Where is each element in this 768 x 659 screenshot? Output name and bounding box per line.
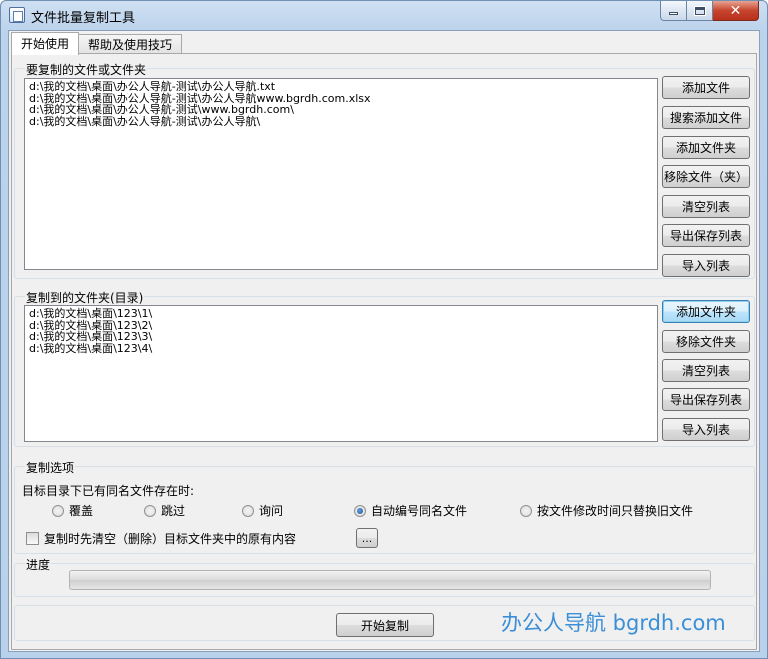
app-window: 文件批量复制工具 ✕ 开始使用 帮助及使用技巧 要复制的文件或文件夹 d:\我的… <box>0 0 768 659</box>
close-icon: ✕ <box>729 2 742 19</box>
add-folder-button[interactable]: 添加文件夹 <box>662 136 750 159</box>
source-list[interactable]: d:\我的文档\桌面\办公人导航-测试\办公人导航.txt d:\我的文档\桌面… <box>24 78 658 270</box>
radio-skip-indicator[interactable] <box>144 504 156 517</box>
remove-dest-folder-button[interactable]: 移除文件夹 <box>662 330 750 353</box>
radio-auto-number[interactable]: 自动编号同名文件 <box>354 502 467 519</box>
conflict-label: 目标目录下已有同名文件存在时: <box>22 484 195 498</box>
radio-auto-number-label: 自动编号同名文件 <box>371 504 468 518</box>
import-dest-list-button[interactable]: 导入列表 <box>662 418 750 441</box>
dest-group-label: 复制到的文件夹(目录) <box>25 289 145 306</box>
radio-skip[interactable]: 跳过 <box>144 502 185 519</box>
close-button[interactable]: ✕ <box>713 1 759 21</box>
tab-strip: 开始使用 帮助及使用技巧 <box>11 32 183 55</box>
dest-list-item[interactable]: d:\我的文档\桌面\123\4\ <box>29 343 653 355</box>
radio-ask[interactable]: 询问 <box>242 502 283 519</box>
more-options-button[interactable]: ... <box>356 528 378 548</box>
radio-auto-number-indicator[interactable] <box>354 504 366 517</box>
radio-overwrite[interactable]: 覆盖 <box>52 502 93 519</box>
watermark-text: 办公人导航 bgrdh.com <box>501 611 726 635</box>
clear-dest-checkbox-box[interactable] <box>26 532 39 545</box>
search-add-file-button[interactable]: 搜索添加文件 <box>662 106 750 129</box>
minimize-button[interactable] <box>660 1 687 21</box>
clear-dest-checkbox[interactable]: 复制时先清空（删除）目标文件夹中的原有内容 <box>26 530 296 547</box>
radio-ask-label: 询问 <box>259 504 284 518</box>
add-dest-folder-button[interactable]: 添加文件夹 <box>662 300 750 323</box>
tab-help[interactable]: 帮助及使用技巧 <box>78 34 183 55</box>
options-group-label: 复制选项 <box>25 459 76 476</box>
progress-label: 进度 <box>25 556 52 573</box>
remove-item-button[interactable]: 移除文件（夹） <box>662 165 750 188</box>
radio-overwrite-indicator[interactable] <box>52 504 64 517</box>
maximize-button[interactable] <box>687 1 713 21</box>
source-list-item[interactable]: d:\我的文档\桌面\办公人导航-测试\办公人导航\ <box>29 116 653 128</box>
dest-list-item[interactable]: d:\我的文档\桌面\123\3\ <box>29 331 653 343</box>
source-list-item[interactable]: d:\我的文档\桌面\办公人导航-测试\办公人导航.txt <box>29 81 653 93</box>
progress-bar <box>69 570 711 590</box>
window-title: 文件批量复制工具 <box>31 11 136 26</box>
source-list-item[interactable]: d:\我的文档\桌面\办公人导航-测试\www.bgrdh.com\ <box>29 104 653 116</box>
dest-list[interactable]: d:\我的文档\桌面\123\1\ d:\我的文档\桌面\123\2\ d:\我… <box>24 305 658 442</box>
maximize-icon <box>693 5 706 16</box>
radio-skip-label: 跳过 <box>161 504 186 518</box>
radio-overwrite-label: 覆盖 <box>69 504 94 518</box>
minimize-icon <box>669 12 678 15</box>
export-source-list-button[interactable]: 导出保存列表 <box>662 224 750 247</box>
import-source-list-button[interactable]: 导入列表 <box>662 254 750 277</box>
export-dest-list-button[interactable]: 导出保存列表 <box>662 388 750 411</box>
radio-replace-older-indicator[interactable] <box>520 504 532 517</box>
add-file-button[interactable]: 添加文件 <box>662 76 750 99</box>
radio-replace-older[interactable]: 按文件修改时间只替换旧文件 <box>520 502 693 519</box>
tab-start[interactable]: 开始使用 <box>11 32 80 55</box>
radio-replace-older-label: 按文件修改时间只替换旧文件 <box>537 504 694 518</box>
title-bar[interactable]: 文件批量复制工具 ✕ <box>1 1 767 29</box>
app-icon <box>9 7 25 23</box>
caption-buttons: ✕ <box>660 1 759 21</box>
radio-ask-indicator[interactable] <box>242 504 254 517</box>
clear-source-list-button[interactable]: 清空列表 <box>662 195 750 218</box>
clear-dest-list-button[interactable]: 清空列表 <box>662 359 750 382</box>
start-copy-button[interactable]: 开始复制 <box>336 613 434 637</box>
clear-dest-checkbox-label: 复制时先清空（删除）目标文件夹中的原有内容 <box>44 532 297 546</box>
tab-panel-start: 要复制的文件或文件夹 d:\我的文档\桌面\办公人导航-测试\办公人导航.txt… <box>11 53 757 650</box>
dest-list-item[interactable]: d:\我的文档\桌面\123\1\ <box>29 308 653 320</box>
client-area: 开始使用 帮助及使用技巧 要复制的文件或文件夹 d:\我的文档\桌面\办公人导航… <box>8 30 760 652</box>
source-group-label: 要复制的文件或文件夹 <box>25 61 148 78</box>
